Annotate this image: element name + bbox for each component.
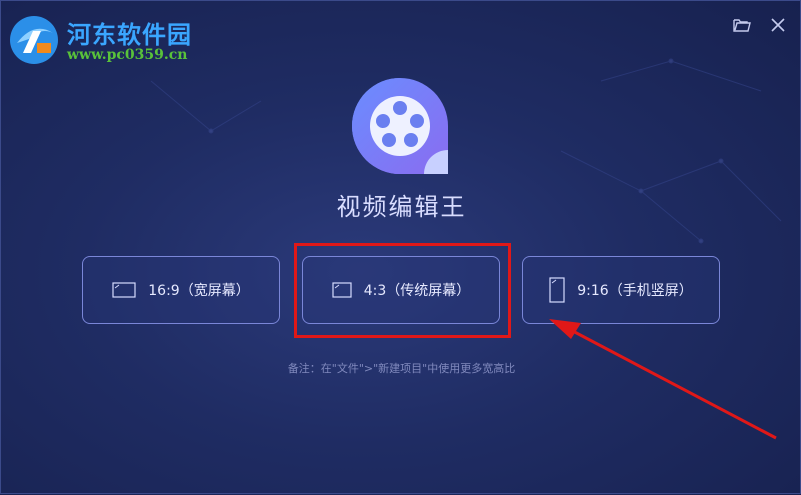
watermark-title: 河东软件园 xyxy=(67,20,192,49)
window-controls xyxy=(732,15,788,35)
ratio-9-16-label: 9:16（手机竖屏） xyxy=(577,283,693,299)
landscape-screen-icon xyxy=(112,282,136,298)
app-name: 视频编辑王 xyxy=(336,193,467,221)
watermark: 河东软件园 www.pc0359.cn xyxy=(7,11,217,69)
ratio-16-9-label: 16:9（宽屏幕） xyxy=(148,283,250,299)
folder-icon xyxy=(733,19,751,32)
watermark-url: www.pc0359.cn xyxy=(67,47,188,63)
ratio-16-9-button[interactable]: 16:9（宽屏幕） xyxy=(82,256,280,324)
annotation-highlight-box xyxy=(294,243,511,338)
close-icon xyxy=(771,18,785,32)
app-window: 河东软件园 www.pc0359.cn 视频编辑王 16:9（宽屏幕） 4:3（… xyxy=(0,0,801,494)
ratio-9-16-button[interactable]: 9:16（手机竖屏） xyxy=(522,256,720,324)
watermark-logo-icon xyxy=(10,16,58,64)
app-logo-icon xyxy=(352,78,448,174)
portrait-screen-icon xyxy=(549,277,565,303)
close-button[interactable] xyxy=(768,15,788,35)
open-folder-button[interactable] xyxy=(732,15,752,35)
aspect-ratio-note: 备注：在"文件">"新建项目"中使用更多宽高比 xyxy=(287,362,516,375)
